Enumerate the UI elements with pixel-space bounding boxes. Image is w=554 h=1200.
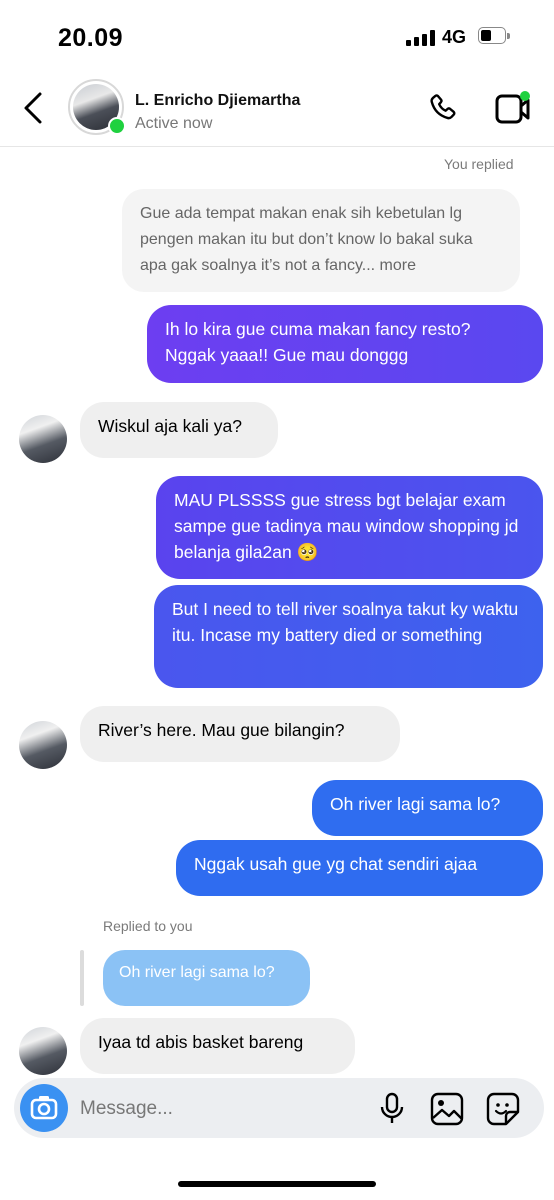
quoted-message[interactable]: Gue ada tempat makan enak sih kebetulan … [122, 189, 520, 292]
sent-message[interactable]: Oh river lagi sama lo? [312, 780, 543, 836]
signal-icon [406, 30, 436, 46]
contact-avatar-small[interactable] [19, 415, 67, 463]
microphone-icon[interactable] [378, 1092, 406, 1126]
contact-active-status: Active now [135, 115, 213, 132]
message-composer [14, 1078, 544, 1138]
reply-indicator-bar [80, 950, 84, 1006]
video-call-icon[interactable] [494, 90, 534, 126]
back-arrow-icon[interactable] [20, 90, 48, 126]
network-label: 4G [442, 27, 467, 47]
you-replied-label: You replied [444, 156, 514, 172]
online-status-dot [108, 117, 126, 135]
contact-avatar-small[interactable] [19, 721, 67, 769]
phone-icon[interactable] [426, 92, 460, 126]
battery-icon [478, 27, 511, 46]
replied-to-you-label: Replied to you [103, 918, 193, 934]
home-indicator[interactable] [178, 1181, 376, 1187]
sent-message[interactable]: But I need to tell river soalnya takut k… [154, 585, 543, 688]
contact-name[interactable]: L. Enricho Djiemartha [135, 92, 300, 110]
received-message[interactable]: River’s here. Mau gue bilangin? [80, 706, 400, 762]
status-time: 20.09 [58, 24, 124, 52]
sent-message[interactable]: Ih lo kira gue cuma makan fancy resto? N… [147, 305, 543, 383]
contact-avatar-small[interactable] [19, 1027, 67, 1075]
replied-quote-message[interactable]: Oh river lagi sama lo? [103, 950, 310, 1006]
message-input[interactable] [78, 1086, 362, 1132]
sent-message[interactable]: MAU PLSSSS gue stress bgt belajar exam s… [156, 476, 543, 579]
sticker-icon[interactable] [486, 1092, 520, 1126]
chat-header: L. Enricho Djiemartha Active now [0, 70, 554, 147]
received-message[interactable]: Wiskul aja kali ya? [80, 402, 278, 458]
gallery-icon[interactable] [430, 1092, 464, 1126]
sent-message[interactable]: Nggak usah gue yg chat sendiri ajaa [176, 840, 543, 896]
received-message[interactable]: Iyaa td abis basket bareng [80, 1018, 355, 1074]
camera-icon[interactable] [20, 1084, 68, 1132]
